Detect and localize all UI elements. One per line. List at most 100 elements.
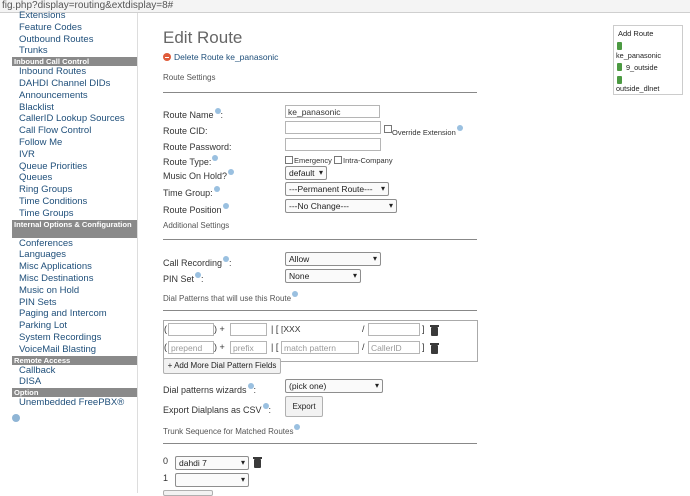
route-cid-input[interactable] — [285, 121, 381, 134]
sidebar-item-queue-priorities[interactable]: Queue Priorities — [12, 161, 137, 173]
dp-prepend-input-1[interactable] — [168, 323, 214, 336]
page-title: Edit Route — [163, 28, 243, 47]
pin-set-label: PIN Set: — [163, 272, 204, 284]
intra-company-option[interactable]: Intra-Company — [334, 156, 393, 165]
sidebar-item-time-conditions[interactable]: Time Conditions — [12, 196, 137, 208]
dial-pattern-table: ( ) + | [ [XXX / ] ( prepend ) + prefix … — [163, 320, 478, 362]
help-icon[interactable] — [292, 291, 299, 297]
sidebar-item-paging-intercom[interactable]: Paging and Intercom — [12, 308, 137, 320]
help-icon[interactable] — [222, 203, 229, 209]
help-icon[interactable] — [456, 125, 463, 131]
time-group-select[interactable]: ---Permanent Route--- — [285, 182, 389, 196]
sidebar-item-time-groups[interactable]: Time Groups — [12, 208, 137, 220]
sidebar-item-misc-destinations[interactable]: Misc Destinations — [12, 273, 137, 285]
section-route-settings: Route Settings — [163, 73, 216, 82]
sidebar-item-misc-applications[interactable]: Misc Applications — [12, 261, 137, 273]
sidebar-header-remote: Remote Access — [12, 355, 137, 365]
sidebar-item-system-recordings[interactable]: System Recordings — [12, 332, 137, 344]
trash-icon[interactable] — [430, 343, 439, 354]
help-icon[interactable] — [214, 108, 221, 114]
slash-sep: / — [362, 324, 365, 334]
route-item-ke-panasonic[interactable]: ke_panasonic — [616, 51, 661, 60]
main-content: Edit Route Delete Route ke_panasonic Rou… — [163, 13, 483, 496]
sidebar-item-announcements[interactable]: Announcements — [12, 90, 137, 102]
dp-prepend-input-2[interactable]: prepend — [168, 341, 214, 354]
dial-wizard-select[interactable]: (pick one) — [285, 379, 383, 393]
dp-match-input-2[interactable]: match pattern — [281, 341, 359, 354]
override-extension-checkbox[interactable] — [384, 125, 392, 133]
move-arrow-icon[interactable] — [617, 42, 622, 50]
sidebar-header-option: Option — [12, 388, 137, 398]
route-type-label: Route Type: — [163, 155, 219, 167]
sidebar-item-trunks[interactable]: Trunks — [12, 45, 137, 57]
sidebar-item-blacklist[interactable]: Blacklist — [12, 102, 137, 114]
sidebar-item-dahdi-dids[interactable]: DAHDI Channel DIDs — [12, 78, 137, 90]
route-item-9-outside[interactable]: 9_outside — [626, 63, 658, 72]
sidebar-item-unembedded-freepbx[interactable]: Unembedded FreePBX® — [12, 397, 137, 409]
section-dial-patterns: Dial Patterns that will use this Route — [163, 291, 299, 303]
move-arrow-icon[interactable] — [617, 76, 622, 84]
sidebar-item-conferences[interactable]: Conferences — [12, 238, 137, 250]
help-icon[interactable] — [228, 169, 235, 175]
sidebar-item-parking-lot[interactable]: Parking Lot — [12, 320, 137, 332]
divider — [163, 239, 477, 240]
trash-icon[interactable] — [430, 325, 439, 336]
emergency-option[interactable]: Emergency — [285, 156, 332, 165]
sidebar-item-music-on-hold[interactable]: Music on Hold — [12, 285, 137, 297]
sidebar-item-languages[interactable]: Languages — [12, 249, 137, 261]
sidebar-item-queues[interactable]: Queues — [12, 172, 137, 184]
route-item-outside-dlnet[interactable]: outside_dlnet — [616, 84, 659, 93]
divider — [163, 310, 477, 311]
export-button[interactable]: Export — [285, 396, 323, 417]
delete-route-link[interactable]: Delete Route ke_panasonic — [163, 52, 278, 62]
dp-prefix-input-2[interactable]: prefix — [230, 341, 267, 354]
route-name-input[interactable]: ke_panasonic — [285, 105, 380, 118]
sidebar-item-outbound-routes[interactable]: Outbound Routes — [12, 34, 137, 46]
dial-wizard-label: Dial patterns wizards: — [163, 383, 257, 395]
dp-callerid-input-1[interactable] — [368, 323, 420, 336]
emergency-checkbox[interactable] — [285, 156, 293, 164]
dp-callerid-input-2[interactable]: CallerID — [368, 341, 420, 354]
move-arrow-icon[interactable] — [617, 63, 622, 71]
help-icon[interactable] — [212, 155, 219, 161]
sidebar-item-follow-me[interactable]: Follow Me — [12, 137, 137, 149]
route-password-input[interactable] — [285, 138, 381, 151]
paren-open: ( — [164, 324, 167, 334]
sidebar-item-voicemail-blasting[interactable]: VoiceMail Blasting — [12, 344, 137, 356]
section-trunk-sequence: Trunk Sequence for Matched Routes — [163, 424, 301, 436]
help-icon[interactable] — [223, 256, 230, 262]
sidebar-item-callback[interactable]: Callback — [12, 365, 137, 377]
sidebar-item-ring-groups[interactable]: Ring Groups — [12, 184, 137, 196]
dp-match-input-1[interactable]: [XXX — [279, 323, 359, 336]
sidebar-item-feature-codes[interactable]: Feature Codes — [12, 22, 137, 34]
music-on-hold-select[interactable]: default — [285, 166, 327, 180]
sidebar-item-inbound-routes[interactable]: Inbound Routes — [12, 66, 137, 78]
help-icon[interactable] — [262, 403, 269, 409]
route-position-select[interactable]: ---No Change--- — [285, 199, 397, 213]
sidebar-item-disa[interactable]: DISA — [12, 376, 137, 388]
trunk-1-select[interactable] — [175, 473, 249, 487]
sidebar-item-callerid-lookup[interactable]: CallerID Lookup Sources — [12, 113, 137, 125]
help-icon[interactable] — [294, 424, 301, 430]
help-icon[interactable] — [213, 186, 220, 192]
sidebar: Extensions Feature Codes Outbound Routes… — [12, 10, 138, 493]
trash-icon[interactable] — [253, 457, 262, 468]
sidebar-item-extensions[interactable]: Extensions — [12, 10, 137, 22]
route-position-label: Route Position — [163, 203, 229, 215]
route-password-label: Route Password: — [163, 142, 232, 152]
call-recording-select[interactable]: Allow — [285, 252, 381, 266]
route-cid-label: Route CID: — [163, 126, 208, 136]
submit-button[interactable] — [163, 490, 213, 496]
pin-set-select[interactable]: None — [285, 269, 361, 283]
sidebar-item-call-flow-control[interactable]: Call Flow Control — [12, 125, 137, 137]
help-icon[interactable] — [195, 272, 202, 278]
sidebar-item-pin-sets[interactable]: PIN Sets — [12, 297, 137, 309]
sidebar-item-ivr[interactable]: IVR — [12, 149, 137, 161]
intra-company-checkbox[interactable] — [334, 156, 342, 164]
help-icon[interactable] — [12, 414, 20, 422]
dp-prefix-input-1[interactable] — [230, 323, 267, 336]
help-icon[interactable] — [247, 383, 254, 389]
add-more-dial-pattern-button[interactable]: + Add More Dial Pattern Fields — [163, 358, 281, 374]
add-route-link[interactable]: Add Route — [618, 29, 653, 38]
trunk-0-select[interactable]: dahdi 7 — [175, 456, 249, 470]
